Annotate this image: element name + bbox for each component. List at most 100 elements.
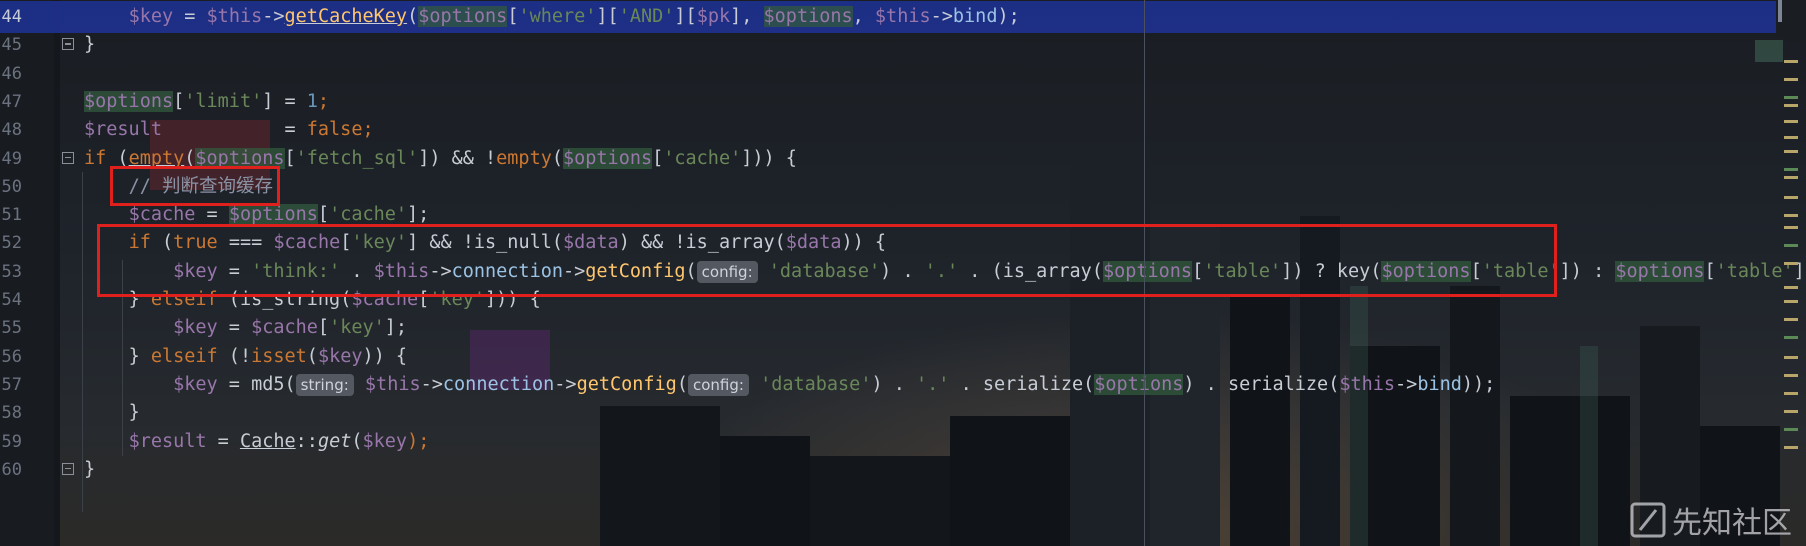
code-token: Cache [239,430,296,452]
code-line[interactable]: 60} [0,454,1806,486]
scrollbar-marker[interactable] [1784,318,1798,321]
code-token: ) . [871,373,917,395]
fold-toggle-icon[interactable] [62,462,74,475]
code-token: serialize [982,373,1084,395]
line-number[interactable]: 59 [0,426,22,458]
code-token: $options [1094,373,1184,395]
code-text[interactable]: $options['limit'] = 1; [84,86,329,118]
scrollbar-thumb[interactable] [1778,0,1782,22]
code-text[interactable]: } [84,29,95,61]
code-token: 'key' [329,317,385,339]
line-number[interactable]: 55 [0,312,22,344]
code-token: -> [930,6,953,27]
line-number[interactable]: 44 [0,1,22,33]
code-line[interactable]: 57 $key = md5(string: $this->connection-… [0,369,1806,401]
scrollbar-marker[interactable] [1784,168,1798,171]
code-token: 'fetch_sql' [295,147,419,169]
code-token: ( [284,373,296,395]
scrollbar-marker[interactable] [1784,120,1798,123]
code-token: ( [551,147,563,169]
scrollbar-marker[interactable] [1784,226,1798,229]
code-line[interactable]: 56 } elseif (!isset($key)) { [0,341,1806,373]
code-text[interactable]: } [84,454,95,486]
code-token: isset [251,345,307,367]
fold-toggle-icon[interactable] [62,151,74,164]
code-token: $this [206,6,263,27]
code-token: 'cache' [329,204,408,226]
code-token: = [173,6,207,27]
line-number[interactable]: 52 [0,227,22,259]
code-text[interactable]: $key = $this->getCacheKey($options['wher… [84,1,1020,33]
code-line[interactable]: 55 $key = $cache['key']; [0,312,1806,344]
code-line[interactable]: 47 $options['limit'] = 1; [0,86,1806,118]
line-number[interactable]: 45 [0,29,22,61]
code-line[interactable]: 59 $result = Cache::get($key); [0,426,1806,458]
line-number[interactable]: 49 [0,143,22,175]
code-text[interactable]: } [84,397,140,429]
editor-scrollbar[interactable] [1776,0,1806,546]
code-text[interactable]: $key = md5(string: $this->connection->ge… [84,369,1495,401]
code-text[interactable]: } elseif (!isset($key)) { [84,341,408,373]
line-number[interactable]: 54 [0,284,22,316]
scrollbar-marker[interactable] [1784,214,1798,217]
watermark-logo-icon [1630,502,1666,538]
line-number[interactable]: 58 [0,397,22,429]
scrollbar-marker[interactable] [1784,60,1798,63]
code-line[interactable]: 44 $key = $this->getCacheKey($options['w… [0,1,1776,33]
code-token: = [217,373,252,395]
line-number[interactable]: 53 [0,256,22,288]
line-number[interactable]: 47 [0,86,22,118]
code-token: 'cache' [663,147,742,169]
line-number[interactable]: 46 [0,58,22,90]
scrollbar-marker[interactable] [1784,136,1798,139]
scrollbar-marker[interactable] [1784,392,1798,395]
code-token: = [217,317,252,339]
scrollbar-marker[interactable] [1784,196,1798,199]
scrollbar-marker[interactable] [1784,244,1798,247]
indent-guide [82,172,83,512]
line-number[interactable]: 60 [0,454,22,486]
code-line[interactable]: 58 } [0,397,1806,429]
line-number[interactable]: 48 [0,114,22,146]
scrollbar-marker[interactable] [1784,374,1798,377]
code-token: } [128,402,140,424]
scrollbar-marker[interactable] [1784,176,1798,179]
scrollbar-marker[interactable] [1784,428,1798,431]
line-number[interactable]: 51 [0,199,22,231]
code-line[interactable]: 46 [0,58,1806,90]
code-token: '.' [916,373,950,395]
code-token: bind [1417,373,1462,395]
scrollbar-marker[interactable] [1784,356,1798,359]
code-line[interactable]: 48 $result = false; [0,114,1806,146]
code-token: $cache [128,204,196,226]
scrollbar-marker[interactable] [1784,104,1798,107]
code-token: 'where' [518,6,597,27]
scrollbar-marker[interactable] [1784,300,1798,303]
code-text[interactable]: $result = Cache::get($key); [84,426,430,458]
code-line[interactable]: 45} [0,29,1806,61]
line-number[interactable]: 50 [0,171,22,203]
code-text[interactable]: $key = $cache['key']; [84,312,407,344]
code-token: $result [84,119,162,141]
annotation-box-comment [110,166,280,206]
code-token: } [84,458,96,480]
scrollbar-marker[interactable] [1784,336,1798,339]
code-token: [ [173,90,185,112]
scrollbar-marker[interactable] [1784,150,1798,153]
scrollbar-marker[interactable] [1784,96,1798,99]
scrollbar-marker[interactable] [1784,410,1798,413]
fold-toggle-icon[interactable] [62,38,74,51]
code-token: false [306,119,363,141]
line-number[interactable]: 56 [0,341,22,373]
code-token: $key [317,345,363,367]
code-text[interactable]: $result = false; [84,114,374,146]
scrollbar-marker[interactable] [1784,286,1798,289]
scrollbar-marker[interactable] [1784,78,1798,81]
code-token: $options [418,6,508,27]
line-number[interactable]: 57 [0,369,22,401]
scrollbar-marker[interactable] [1784,446,1798,449]
code-token: $options [563,147,653,169]
scrollbar-marker[interactable] [1784,262,1798,265]
